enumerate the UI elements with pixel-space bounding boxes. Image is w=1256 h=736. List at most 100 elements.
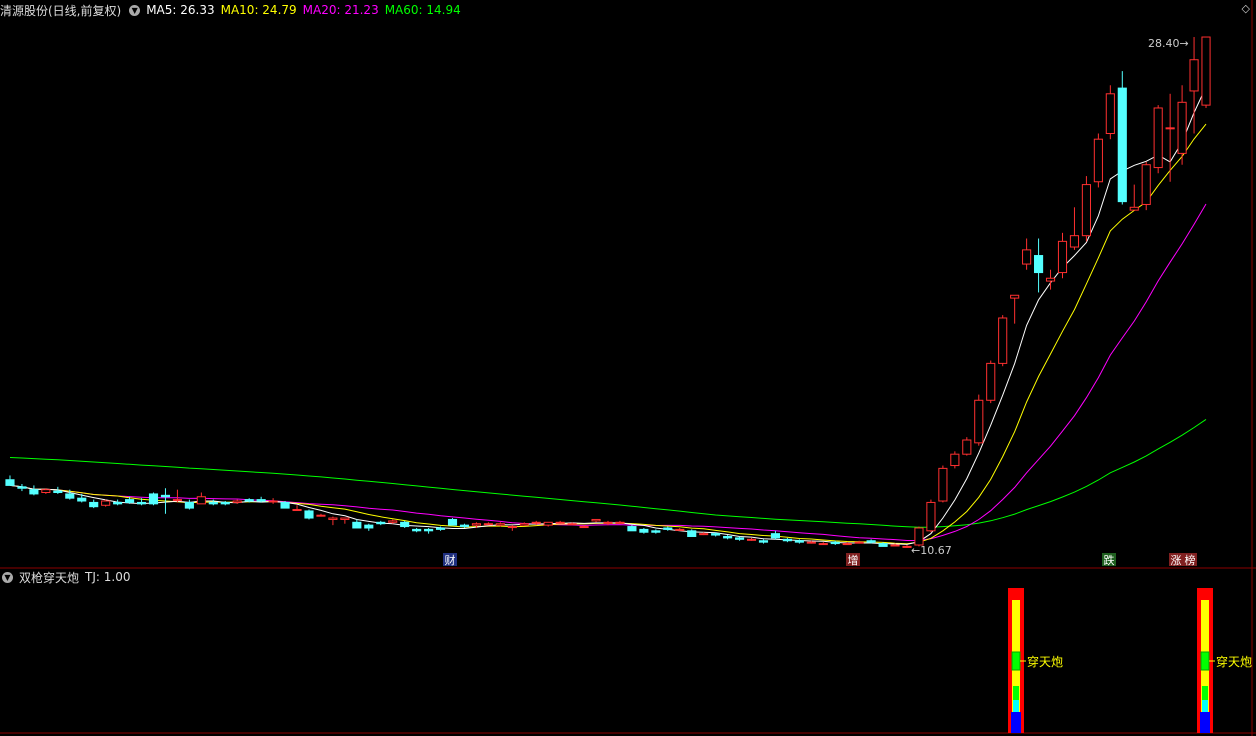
candle-body [1081, 184, 1091, 237]
candle-body [316, 514, 326, 517]
candle-body [890, 544, 900, 547]
signal-tower-2-cyan [1202, 700, 1208, 712]
candle-body [424, 528, 434, 532]
candle-body [101, 500, 111, 506]
event-marker-bang: 榜 [1185, 553, 1196, 567]
candle-body [663, 527, 673, 530]
candle-body [292, 509, 302, 512]
candle-body [591, 518, 601, 522]
ma10-label: MA10: 24.79 [220, 3, 297, 17]
candle-body [639, 528, 649, 533]
ma20-label: MA20: 21.23 [302, 3, 379, 17]
candle-body [232, 500, 242, 503]
candle-body [89, 501, 99, 508]
candle-body [364, 524, 374, 529]
candle-body [412, 528, 422, 532]
candle-body [830, 541, 840, 545]
event-marker-zhang: 涨 [1171, 554, 1182, 567]
candle-body [435, 527, 446, 530]
candle-body [603, 521, 613, 524]
candle-body [866, 540, 876, 543]
candle-body [998, 317, 1008, 364]
candle-body [675, 528, 685, 531]
ma5-label: MA5: 26.33 [146, 3, 215, 17]
candle-body [1201, 36, 1211, 106]
sub-header: ▼ 双枪穿天炮 TJ: 1.00 [0, 569, 136, 585]
candle-body [29, 489, 39, 495]
diamond-icon[interactable]: ◇ [1242, 2, 1250, 15]
candle-body [1010, 294, 1020, 299]
candle-body [1177, 101, 1187, 154]
candle-body [699, 533, 709, 536]
sub-value: TJ: 1.00 [85, 570, 131, 584]
candle-body [687, 530, 697, 537]
candle-body [400, 521, 410, 528]
candle-body [567, 523, 577, 526]
candle-body [280, 501, 290, 509]
candle-body [495, 523, 505, 526]
signal-tower-1-blue [1011, 712, 1021, 733]
event-marker-die: 跌 [1104, 553, 1115, 567]
candle-body [328, 517, 338, 520]
candle-body [125, 499, 135, 503]
chevron-down-icon-2[interactable]: ▼ [2, 571, 13, 583]
candle-body [113, 501, 123, 505]
candle-body [531, 521, 541, 524]
candle-body [758, 540, 769, 543]
candle-body [950, 453, 960, 467]
candle-body [41, 489, 51, 494]
candle-body [148, 493, 159, 505]
candle-body [459, 524, 470, 528]
candle-body [1022, 249, 1032, 265]
low-price-label: ←10.67 [911, 544, 952, 557]
candle-body [842, 543, 852, 546]
signal-tower-1-cyan [1013, 700, 1019, 712]
candle-body [555, 521, 565, 524]
candle-body [782, 538, 792, 542]
candle-body [962, 439, 972, 455]
candle-body [926, 501, 936, 532]
candle-body [304, 510, 314, 519]
candle-body [1093, 138, 1103, 183]
chart-canvas: 28.40→ ←10.67 财 增 跌 涨榜穿天炮 穿天炮 [0, 0, 1256, 736]
chevron-down-icon[interactable]: ▼ [129, 4, 141, 16]
event-marker-cai: 财 [445, 553, 456, 567]
candle-body [794, 540, 804, 543]
candle-body [711, 533, 721, 536]
candle-body [196, 496, 206, 505]
candle-body [651, 530, 661, 533]
candle-body [5, 479, 15, 486]
signal-tower-2-blue [1200, 712, 1210, 733]
candle-body [1045, 277, 1056, 282]
candle-body [938, 467, 948, 502]
candle-body [1057, 240, 1068, 274]
candle-body [878, 543, 888, 547]
ma60-label: MA60: 14.94 [384, 3, 461, 17]
signal-tower-2-green [1200, 651, 1210, 671]
candle-body [986, 362, 996, 401]
candle-body [53, 490, 63, 494]
candle-body [806, 541, 816, 544]
candle-body [352, 521, 362, 529]
candle-body [1165, 127, 1175, 130]
candle-body [220, 501, 230, 505]
candle-body [1153, 107, 1163, 169]
candle-body [376, 521, 386, 525]
candle-body [1141, 164, 1151, 205]
sub-title: 双枪穿天炮 [19, 570, 80, 585]
candle-body [136, 501, 147, 505]
candle-body [579, 526, 589, 529]
candle-body [723, 535, 733, 539]
candle-body [256, 499, 266, 502]
candle-body [471, 523, 482, 526]
candle-body [1129, 206, 1139, 211]
main-header: 清源股份(日线,前复权) ▼ MA5: 26.33 MA10: 24.79 MA… [0, 2, 467, 18]
candle-body [1034, 255, 1044, 274]
signal-tower-2-label: 穿天炮 [1216, 654, 1252, 669]
candle-body [1117, 87, 1127, 203]
candle-body [507, 526, 517, 529]
candle-body [77, 497, 87, 502]
candle-body [1189, 59, 1199, 92]
candle-body [447, 518, 458, 526]
candle-body [519, 523, 529, 526]
